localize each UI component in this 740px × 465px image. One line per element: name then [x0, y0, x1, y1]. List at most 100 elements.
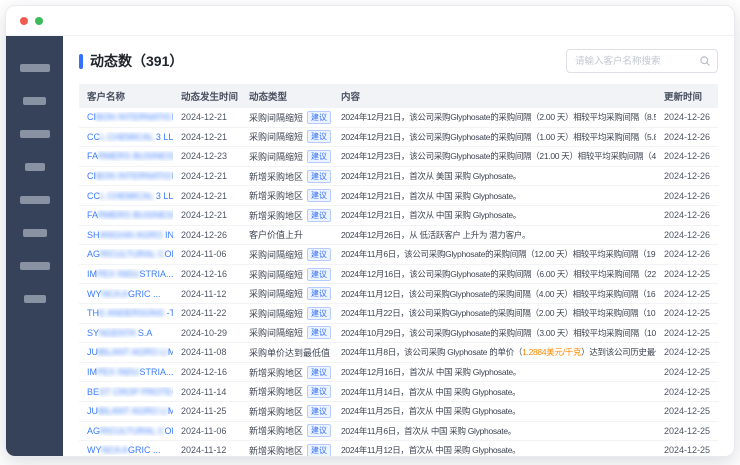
- customer-name-link[interactable]: WYNCA AGRIC ...: [79, 445, 173, 455]
- update-date: 2024-12-25: [656, 289, 718, 299]
- event-date: 2024-12-21: [173, 191, 241, 201]
- event-date: 2024-12-26: [173, 230, 241, 240]
- customer-name-link[interactable]: AGRICULTURAL COMPA...: [79, 249, 173, 259]
- sidebar-nav-item-placeholder[interactable]: [20, 64, 50, 72]
- customer-name-suffix: STRIA...: [140, 367, 173, 377]
- window-dot[interactable]: [20, 17, 28, 25]
- customer-name-link[interactable]: WYNCA AGRIC ...: [79, 289, 173, 299]
- customer-name-blurred: ST CROP PROTE: [99, 387, 172, 397]
- customer-name-suffix: STRIA...: [140, 269, 173, 279]
- event-type-label: 采购单价达到最低值: [249, 346, 330, 359]
- customer-name-blurred: PEX INDU: [97, 367, 140, 377]
- customer-name-link[interactable]: IMPEX INDUSTRIA...: [79, 269, 173, 279]
- table-row: AGRICULTURAL COMPA... 2024-11-06 新增采购地区 …: [79, 422, 718, 442]
- customer-name-prefix: JU: [87, 406, 98, 416]
- customer-name-prefix: CI: [87, 112, 96, 122]
- content-segment: 2024年11月12日，该公司采购Glyphosate的采购间隔（4.00 天）…: [341, 289, 656, 299]
- customer-name-prefix: BE: [87, 387, 99, 397]
- customer-name-link[interactable]: JUBILANT AGRO LIMITED: [79, 347, 173, 357]
- customer-name-link[interactable]: FARMERS BUSINESS NET...: [79, 210, 173, 220]
- app-window: 动态数（391） 客户名称 动态发生时间 动态类型 内容 更新时间: [5, 5, 735, 457]
- update-date: 2024-12-26: [656, 132, 718, 142]
- event-type-cell: 新增采购地区 建议: [241, 385, 333, 398]
- event-type-cell: 采购间隔缩短 建议: [241, 111, 333, 124]
- content-segment: 2024年12月21日，该公司采购Glyphosate的采购间隔（1.00 天）…: [341, 132, 656, 142]
- search-input[interactable]: [566, 49, 718, 73]
- suggest-badge: 建议: [307, 385, 331, 398]
- event-type-cell: 新增采购地区 建议: [241, 209, 333, 222]
- event-type-cell: 新增采购地区 建议: [241, 405, 333, 418]
- page-title: 动态数（391）: [90, 51, 183, 71]
- customer-name-link[interactable]: JUBILANT AGRO LIMITED: [79, 406, 173, 416]
- event-type-label: 采购间隔缩短: [249, 268, 303, 281]
- suggest-badge: 建议: [307, 307, 331, 320]
- event-type-label: 新增采购地区: [249, 385, 303, 398]
- customer-name-link[interactable]: BEST CROP PROTECTIO...: [79, 387, 173, 397]
- column-header-customer: 客户名称: [79, 89, 173, 103]
- customer-name-suffix: GRIC ...: [128, 289, 161, 299]
- table-row: AGRICULTURAL COMPA... 2024-11-06 采购间隔缩短 …: [79, 245, 718, 265]
- table-row: THE ANDERSONS -TIB 2024-11-22 采购间隔缩短 建议 …: [79, 304, 718, 324]
- content-segment: 2024年10月29日，该公司采购Glyphosate的采购间隔（3.00 天）…: [341, 328, 656, 338]
- customer-name-blurred: RICULTURAL C: [100, 426, 165, 436]
- dynamics-table: 客户名称 动态发生时间 动态类型 内容 更新时间 CIBON INTERNATI…: [79, 84, 718, 456]
- update-date: 2024-12-25: [656, 328, 718, 338]
- suggest-badge: 建议: [307, 150, 331, 163]
- suggest-badge: 建议: [307, 287, 331, 300]
- customer-name-link[interactable]: SHANGHAI AGRO INTER...: [79, 230, 173, 240]
- customer-name-suffix: OMPA...: [165, 249, 173, 259]
- event-type-label: 采购间隔缩短: [249, 130, 303, 143]
- sidebar-nav-item-placeholder[interactable]: [25, 163, 45, 171]
- customer-name-blurred: RMERS BUSINESS: [98, 151, 173, 161]
- table-row: JUBILANT AGRO LIMITED 2024-11-08 采购单价达到最…: [79, 343, 718, 363]
- search-icon[interactable]: [699, 55, 711, 67]
- sidebar-nav-item-placeholder[interactable]: [20, 262, 50, 270]
- sidebar-nav-item-placeholder[interactable]: [20, 196, 50, 204]
- content-text: 2024年11月6日，该公司采购Glyphosate的采购间隔（12.00 天）…: [333, 248, 656, 260]
- content-segment: 2024年11月6日，首次从 中国 采购 Glyphosate。: [341, 426, 516, 436]
- event-date: 2024-12-21: [173, 171, 241, 181]
- customer-name-prefix: FA: [87, 151, 98, 161]
- event-type-label: 采购间隔缩短: [249, 287, 303, 300]
- customer-name-blurred: E ANDERSONS: [99, 308, 167, 318]
- column-header-type: 动态类型: [241, 89, 333, 103]
- customer-name-link[interactable]: THE ANDERSONS -TIB: [79, 308, 173, 318]
- update-date: 2024-12-26: [656, 230, 718, 240]
- content-text: 2024年11月6日，首次从 中国 采购 Glyphosate。: [333, 425, 656, 437]
- customer-name-blurred: L CHEMICAL: [100, 191, 156, 201]
- main-content: 动态数（391） 客户名称 动态发生时间 动态类型 内容 更新时间: [63, 36, 734, 456]
- update-date: 2024-12-26: [656, 112, 718, 122]
- customer-name-link[interactable]: SYNGENTA S.A: [79, 328, 173, 338]
- event-type-cell: 采购间隔缩短 建议: [241, 307, 333, 320]
- customer-name-prefix: IM: [87, 367, 97, 377]
- table-row: SHANGHAI AGRO INTER... 2024-12-26 客户价值上升…: [79, 226, 718, 246]
- content-text: 2024年11月12日，该公司采购Glyphosate的采购间隔（4.00 天）…: [333, 288, 656, 300]
- update-date: 2024-12-26: [656, 249, 718, 259]
- content-text: 2024年11月22日，该公司采购Glyphosate的采购间隔（2.00 天）…: [333, 307, 656, 319]
- suggest-badge: 建议: [307, 209, 331, 222]
- customer-name-link[interactable]: CIBON INTERNATIONAL L...: [79, 112, 173, 122]
- customer-name-link[interactable]: FARMERS BUSINESS NET...: [79, 151, 173, 161]
- update-date: 2024-12-25: [656, 406, 718, 416]
- window-body: 动态数（391） 客户名称 动态发生时间 动态类型 内容 更新时间: [6, 36, 734, 456]
- customer-name-link[interactable]: CCL CHEMICAL 3 LLC: [79, 191, 173, 201]
- content-text: 2024年12月21日，首次从 中国 采购 Glyphosate。: [333, 209, 656, 221]
- customer-name-link[interactable]: CIBON INTERNATIONAL L...: [79, 171, 173, 181]
- sidebar-nav-item-placeholder[interactable]: [23, 229, 47, 237]
- suggest-badge: 建议: [307, 405, 331, 418]
- event-type-label: 采购间隔缩短: [249, 150, 303, 163]
- table-row: BEST CROP PROTECTIO... 2024-11-14 新增采购地区…: [79, 382, 718, 402]
- customer-name-link[interactable]: CCL CHEMICAL 3 LLC: [79, 132, 173, 142]
- window-dot[interactable]: [35, 17, 43, 25]
- sidebar-nav-item-placeholder[interactable]: [24, 295, 46, 303]
- column-header-update-date: 更新时间: [656, 89, 718, 103]
- customer-name-link[interactable]: AGRICULTURAL COMPA...: [79, 426, 173, 436]
- customer-name-prefix: CI: [87, 171, 96, 181]
- content-segment: 2024年12月21日，首次从 美国 采购 Glyphosate。: [341, 171, 521, 181]
- customer-name-prefix: SH: [87, 230, 100, 240]
- customer-name-prefix: WY: [87, 289, 102, 299]
- customer-name-link[interactable]: IMPEX INDUSTRIA...: [79, 367, 173, 377]
- sidebar-nav-item-placeholder[interactable]: [23, 97, 46, 105]
- sidebar-nav-item-placeholder[interactable]: [20, 130, 50, 138]
- table-row: SYNGENTA S.A 2024-10-29 采购间隔缩短 建议 2024年1…: [79, 324, 718, 344]
